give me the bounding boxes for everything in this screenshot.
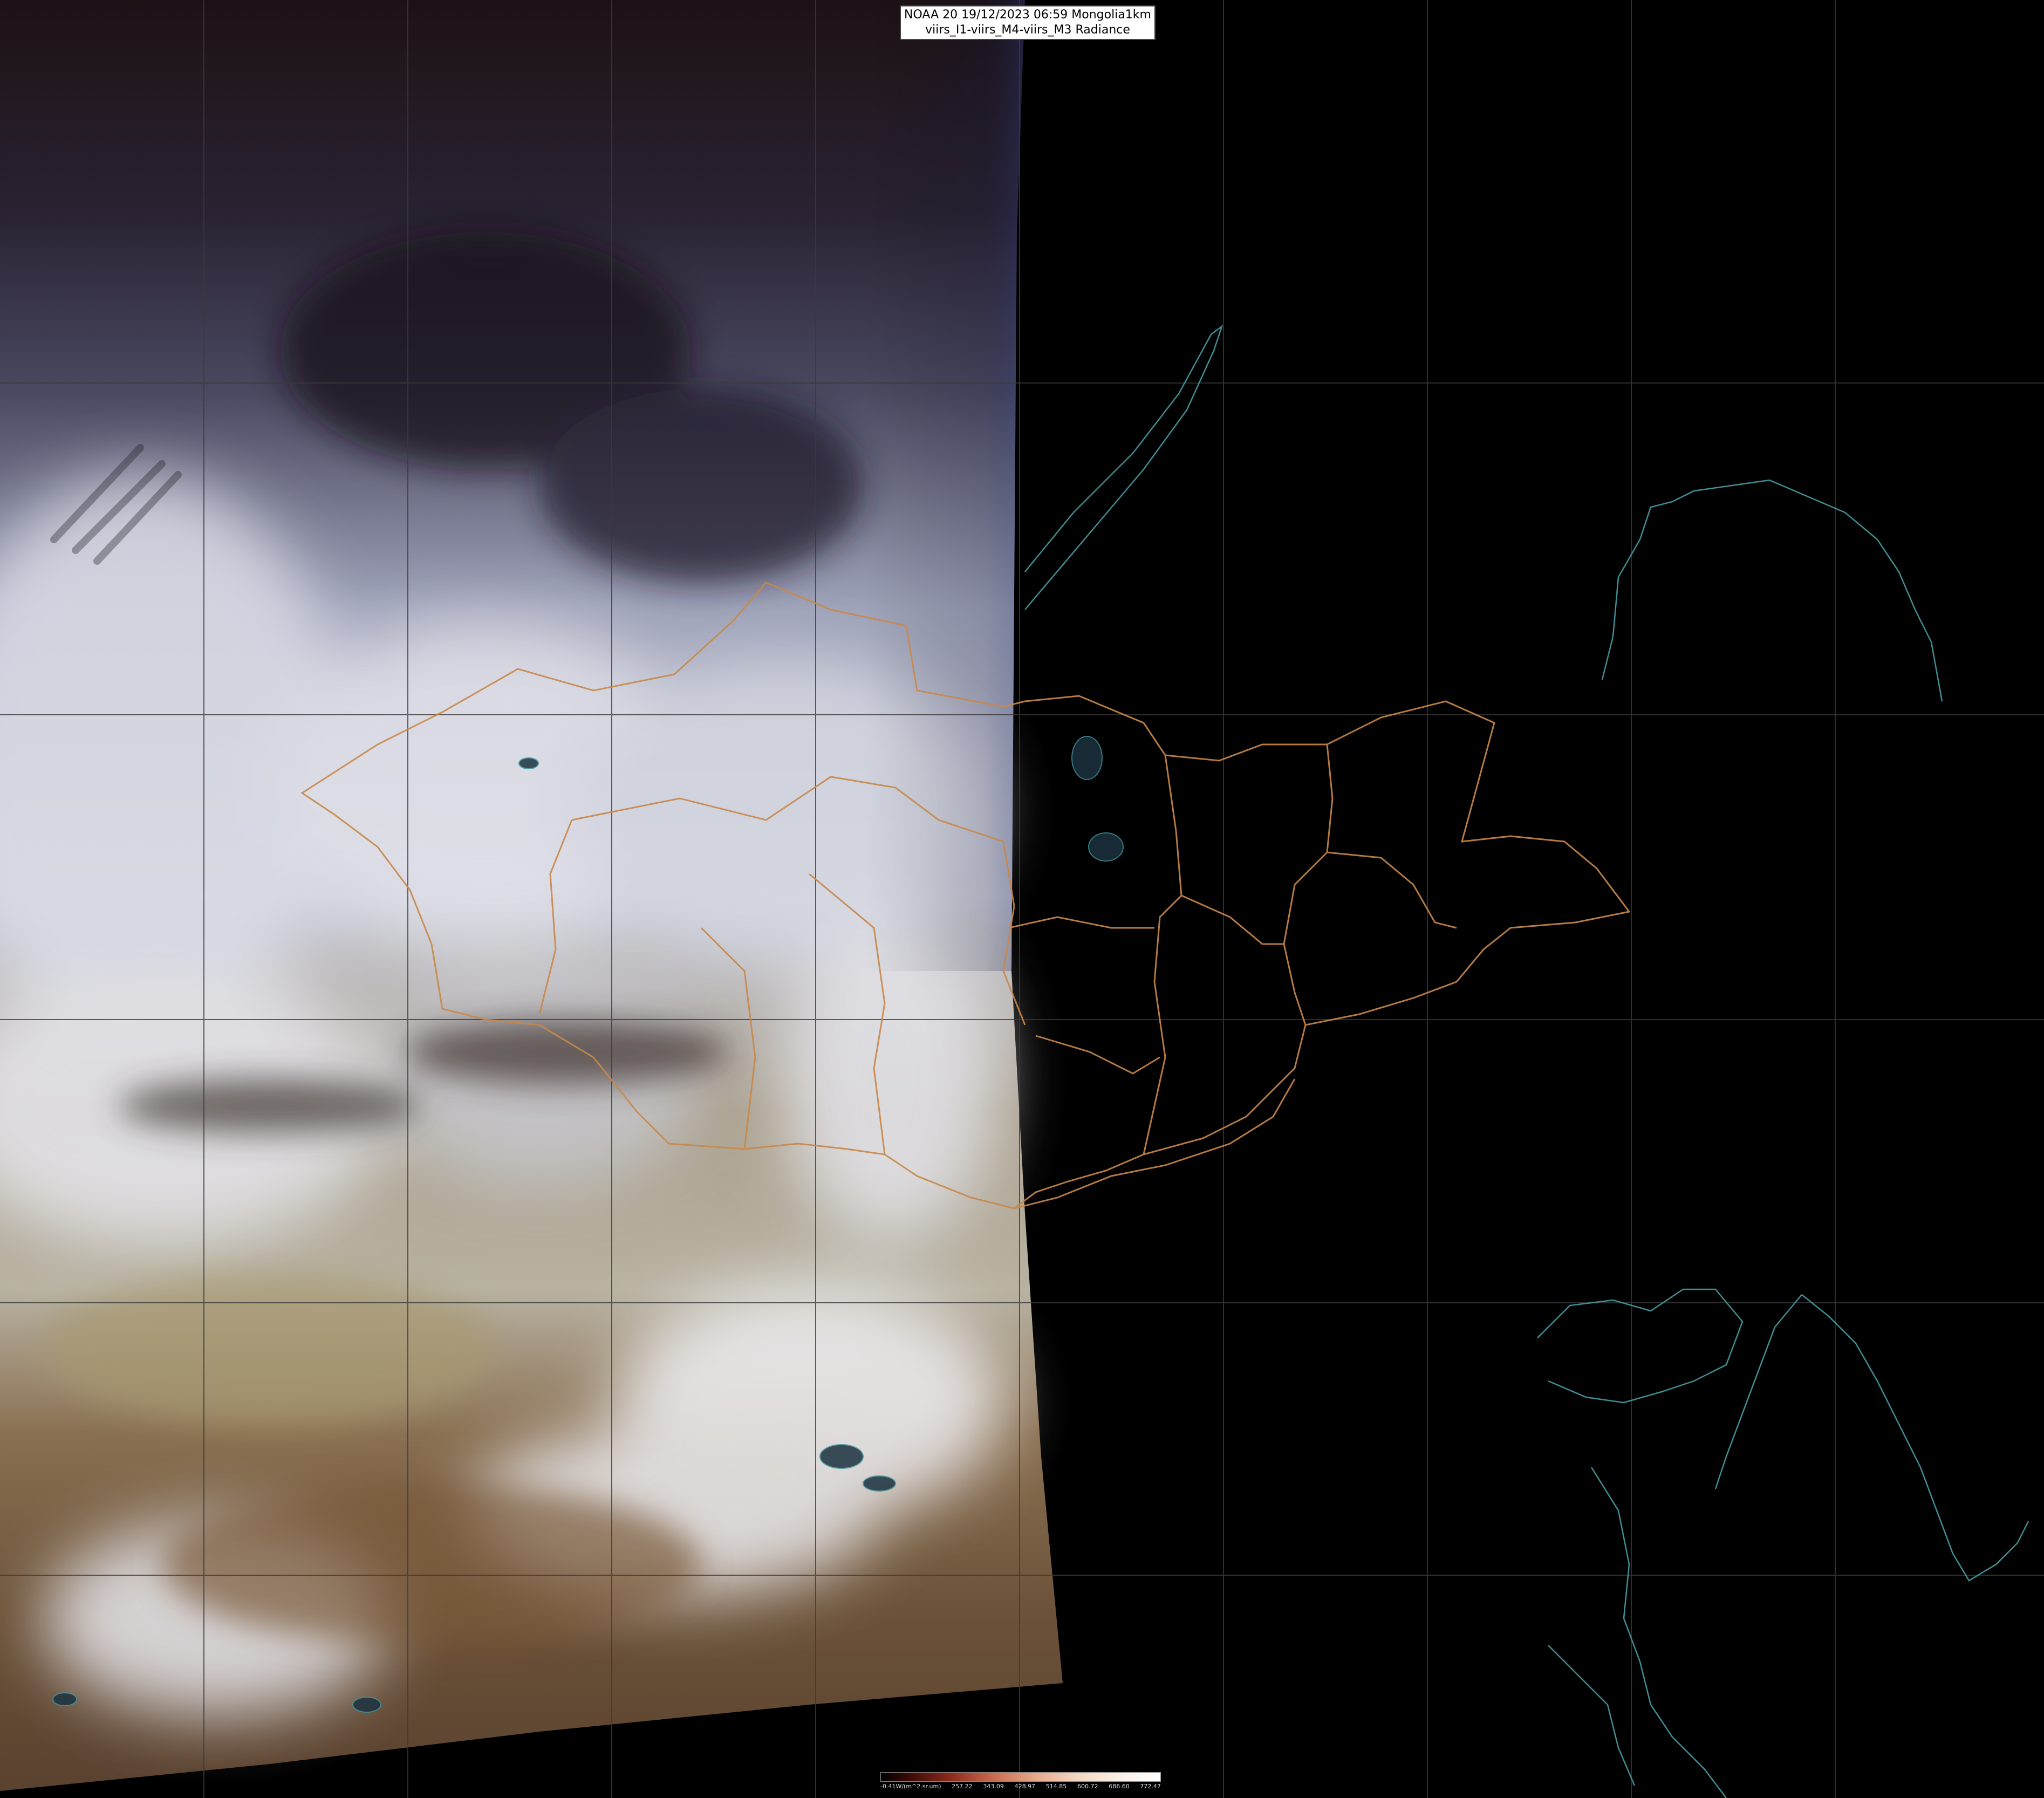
- color-scale-ticks: -0.41W/(m^2.sr.um) 257.22 343.09 428.97 …: [880, 1783, 1161, 1790]
- scale-tick: 686.60: [1109, 1783, 1130, 1790]
- satellite-swath: [0, 0, 1063, 1791]
- coastline-outlines: [1024, 324, 2029, 1798]
- title-line-2: viirs_I1-viirs_M4-viirs_M3 Radiance: [925, 23, 1130, 37]
- satellite-composite-image: [0, 0, 2044, 1798]
- radiance-color-scale: -0.41W/(m^2.sr.um) 257.22 343.09 428.97 …: [880, 1772, 1161, 1790]
- scale-tick: 772.47: [1140, 1783, 1161, 1790]
- scale-tick: 428.97: [1014, 1783, 1036, 1790]
- scale-tick: -0.41W/(m^2.sr.um): [880, 1783, 941, 1790]
- scale-tick: 257.22: [952, 1783, 973, 1790]
- scale-tick: 514.85: [1045, 1783, 1067, 1790]
- image-title-label: NOAA 20 19/12/2023 06:59 Mongolia1km vii…: [900, 5, 1156, 40]
- title-line-1: NOAA 20 19/12/2023 06:59 Mongolia1km: [904, 8, 1151, 22]
- scale-tick: 600.72: [1077, 1783, 1098, 1790]
- color-scale-bar: [880, 1772, 1161, 1782]
- satellite-image-viewer: NOAA 20 19/12/2023 06:59 Mongolia1km vii…: [0, 0, 2044, 1798]
- scale-tick: 343.09: [983, 1783, 1004, 1790]
